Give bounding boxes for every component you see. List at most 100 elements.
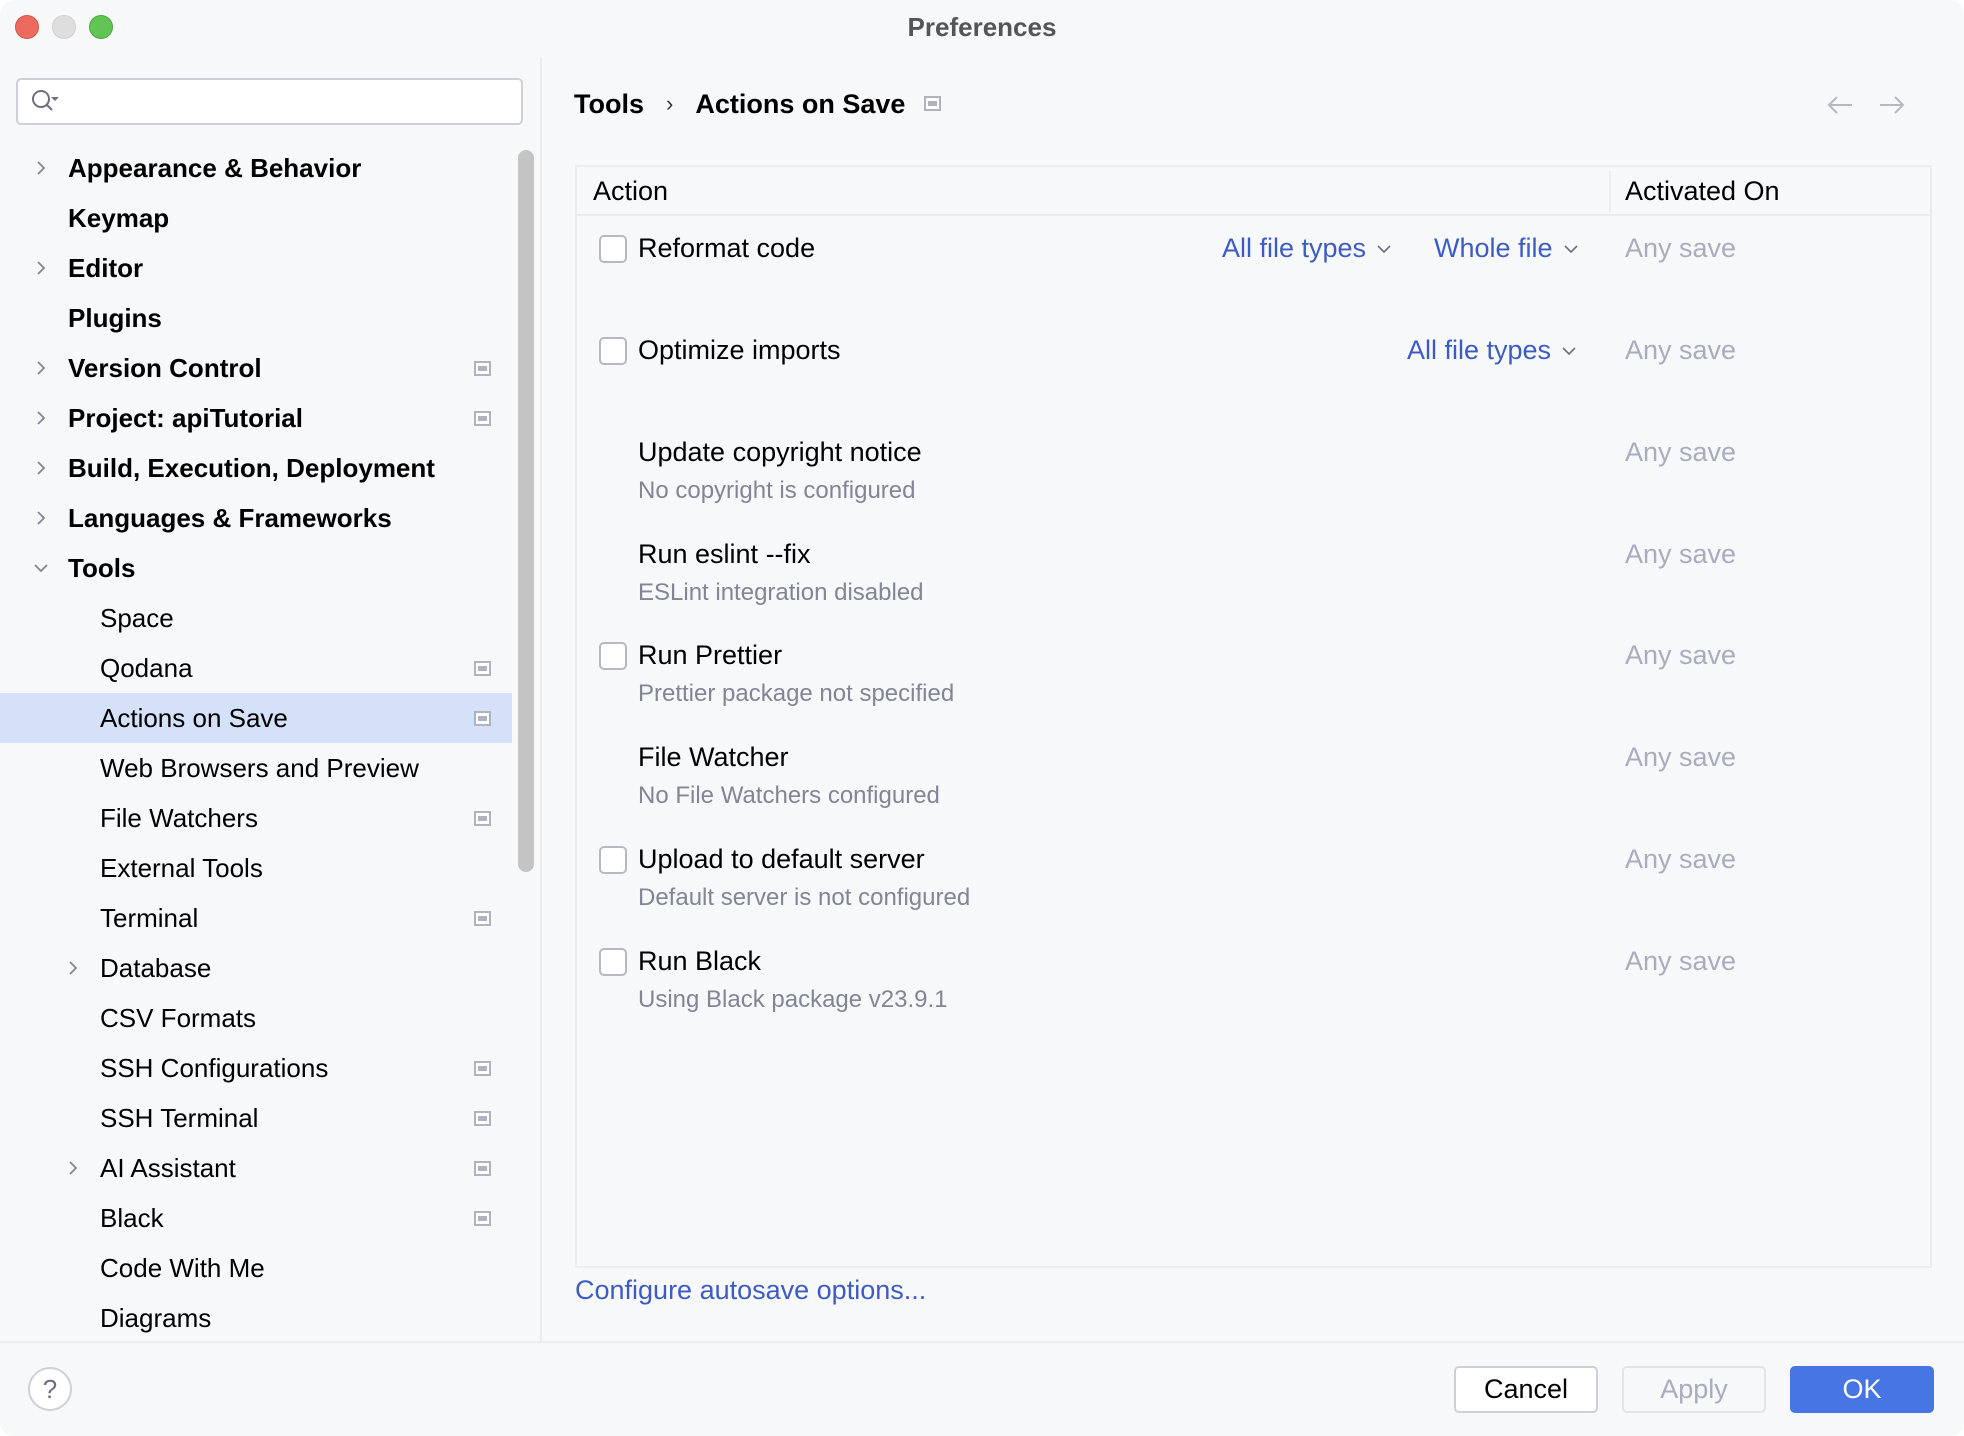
action-checkbox[interactable] — [599, 948, 627, 976]
chevron-right-icon[interactable] — [32, 509, 50, 527]
sidebar-item-terminal[interactable]: Terminal — [0, 893, 512, 943]
sidebar-item-black[interactable]: Black — [0, 1193, 512, 1243]
splitter[interactable] — [540, 58, 542, 1342]
chevron-right-icon[interactable] — [32, 459, 50, 477]
column-header-action[interactable]: Action — [593, 176, 668, 207]
sidebar-item-web-browsers-and-preview[interactable]: Web Browsers and Preview — [0, 743, 512, 793]
sidebar-item-label: Languages & Frameworks — [68, 502, 392, 533]
sidebar-item-keymap[interactable]: Keymap — [0, 193, 512, 243]
chevron-right-icon[interactable] — [32, 409, 50, 427]
action-title[interactable]: Optimize imports — [638, 335, 841, 366]
dropdown-value: Whole file — [1434, 233, 1553, 263]
minimize-window-button[interactable] — [52, 15, 76, 39]
sidebar-item-label: Web Browsers and Preview — [100, 752, 419, 783]
apply-button[interactable]: Apply — [1622, 1366, 1766, 1413]
action-checkbox[interactable] — [599, 846, 627, 874]
sidebar-item-plugins[interactable]: Plugins — [0, 293, 512, 343]
sidebar-item-qodana[interactable]: Qodana — [0, 643, 512, 693]
close-window-button[interactable] — [15, 15, 39, 39]
action-title: Run eslint --fix — [638, 539, 811, 569]
chevron-right-icon[interactable] — [32, 259, 50, 277]
activated-on-value: Any save — [1625, 742, 1737, 772]
action-title[interactable]: Upload to default server — [638, 844, 925, 875]
chevron-right-icon[interactable] — [32, 359, 50, 377]
footer-divider — [0, 1341, 1964, 1343]
sidebar-item-external-tools[interactable]: External Tools — [0, 843, 512, 893]
action-checkbox[interactable] — [599, 235, 627, 263]
sidebar-item-ai-assistant[interactable]: AI Assistant — [0, 1143, 512, 1193]
table-header: Action Activated On — [577, 167, 1930, 216]
preferences-window: Preferences Appearance & Behavior Keymap E… — [0, 0, 1964, 1436]
sidebar-item-csv-formats[interactable]: CSV Formats — [0, 993, 512, 1043]
sidebar-item-label: Version Control — [68, 352, 262, 383]
scope-dropdown[interactable]: Whole file — [1434, 233, 1579, 264]
action-title[interactable]: Reformat code — [638, 233, 815, 264]
sidebar-scrollbar[interactable] — [518, 150, 534, 872]
column-divider[interactable] — [1609, 171, 1611, 212]
column-header-activated-on[interactable]: Activated On — [1625, 176, 1780, 207]
sidebar-item-appearance-behavior[interactable]: Appearance & Behavior — [0, 143, 512, 193]
settings-search-input[interactable] — [16, 78, 523, 125]
breadcrumb-current: Actions on Save — [695, 88, 906, 119]
action-title: File Watcher — [638, 742, 789, 772]
sidebar-item-label: Tools — [68, 552, 136, 583]
sidebar-item-languages-frameworks[interactable]: Languages & Frameworks — [0, 493, 512, 543]
maximize-window-button[interactable] — [89, 15, 113, 39]
chevron-right-icon[interactable] — [64, 959, 82, 977]
sidebar-item-ssh-configurations[interactable]: SSH Configurations — [0, 1043, 512, 1093]
sidebar-item-actions-on-save[interactable]: Actions on Save — [0, 693, 512, 743]
sidebar-item-version-control[interactable]: Version Control — [0, 343, 512, 393]
project-level-icon — [474, 1211, 491, 1226]
breadcrumb-parent[interactable]: Tools — [574, 89, 644, 120]
sidebar-item-file-watchers[interactable]: File Watchers — [0, 793, 512, 843]
window-title: Preferences — [907, 12, 1057, 42]
project-level-icon — [474, 811, 491, 826]
back-arrow-icon[interactable] — [1826, 94, 1854, 116]
sidebar-item-label: Actions on Save — [100, 702, 288, 733]
action-checkbox[interactable] — [599, 337, 627, 365]
action-title[interactable]: Run Prettier — [638, 640, 782, 671]
sidebar-item-label: Code With Me — [100, 1252, 265, 1283]
sidebar-item-label: SSH Configurations — [100, 1052, 329, 1083]
sidebar-item-space[interactable]: Space — [0, 593, 512, 643]
breadcrumb-separator-icon: › — [666, 91, 674, 116]
sidebar-item-tools[interactable]: Tools — [0, 543, 512, 593]
sidebar-item-ssh-terminal[interactable]: SSH Terminal — [0, 1093, 512, 1143]
sidebar-item-label: Appearance & Behavior — [68, 152, 362, 183]
help-button[interactable]: ? — [28, 1367, 72, 1411]
project-level-icon — [924, 96, 941, 111]
chevron-right-icon[interactable] — [64, 1159, 82, 1177]
cancel-button[interactable]: Cancel — [1454, 1366, 1598, 1413]
search-icon[interactable] — [30, 88, 60, 116]
sidebar-item-label: Editor — [68, 252, 144, 283]
dropdown-value: All file types — [1222, 233, 1367, 263]
chevron-down-icon[interactable] — [32, 559, 50, 577]
sidebar-item-editor[interactable]: Editor — [0, 243, 512, 293]
ok-button[interactable]: OK — [1790, 1366, 1934, 1413]
project-level-icon — [474, 1111, 491, 1126]
action-checkbox[interactable] — [599, 642, 627, 670]
project-level-icon — [474, 911, 491, 926]
activated-on-value: Any save — [1625, 539, 1737, 569]
breadcrumb: Tools › Actions on Save — [574, 84, 905, 124]
sidebar-item-label: Build, Execution, Deployment — [68, 452, 435, 483]
sidebar-item-code-with-me[interactable]: Code With Me — [0, 1243, 512, 1293]
sidebar-item-label: Diagrams — [100, 1302, 212, 1333]
sidebar-item-database[interactable]: Database — [0, 943, 512, 993]
forward-arrow-icon[interactable] — [1878, 94, 1906, 116]
dropdown-value: All file types — [1407, 335, 1552, 365]
chevron-down-icon — [1563, 244, 1578, 253]
project-level-icon — [474, 1161, 491, 1176]
activated-on-value: Any save — [1625, 844, 1737, 874]
action-description: ESLint integration disabled — [638, 579, 924, 606]
sidebar-item-label: CSV Formats — [100, 1002, 257, 1033]
action-title[interactable]: Run Black — [638, 946, 761, 977]
sidebar-item-diagrams[interactable]: Diagrams — [0, 1293, 512, 1343]
file-types-dropdown[interactable]: All file types — [1222, 233, 1392, 264]
chevron-right-icon[interactable] — [32, 159, 50, 177]
configure-autosave-link[interactable]: Configure autosave options... — [575, 1275, 926, 1306]
sidebar-item-build-execution-deployment[interactable]: Build, Execution, Deployment — [0, 443, 512, 493]
sidebar-item-label: Keymap — [68, 202, 170, 233]
sidebar-item-project-apitutorial[interactable]: Project: apiTutorial — [0, 393, 512, 443]
file-types-dropdown[interactable]: All file types — [1407, 335, 1577, 366]
